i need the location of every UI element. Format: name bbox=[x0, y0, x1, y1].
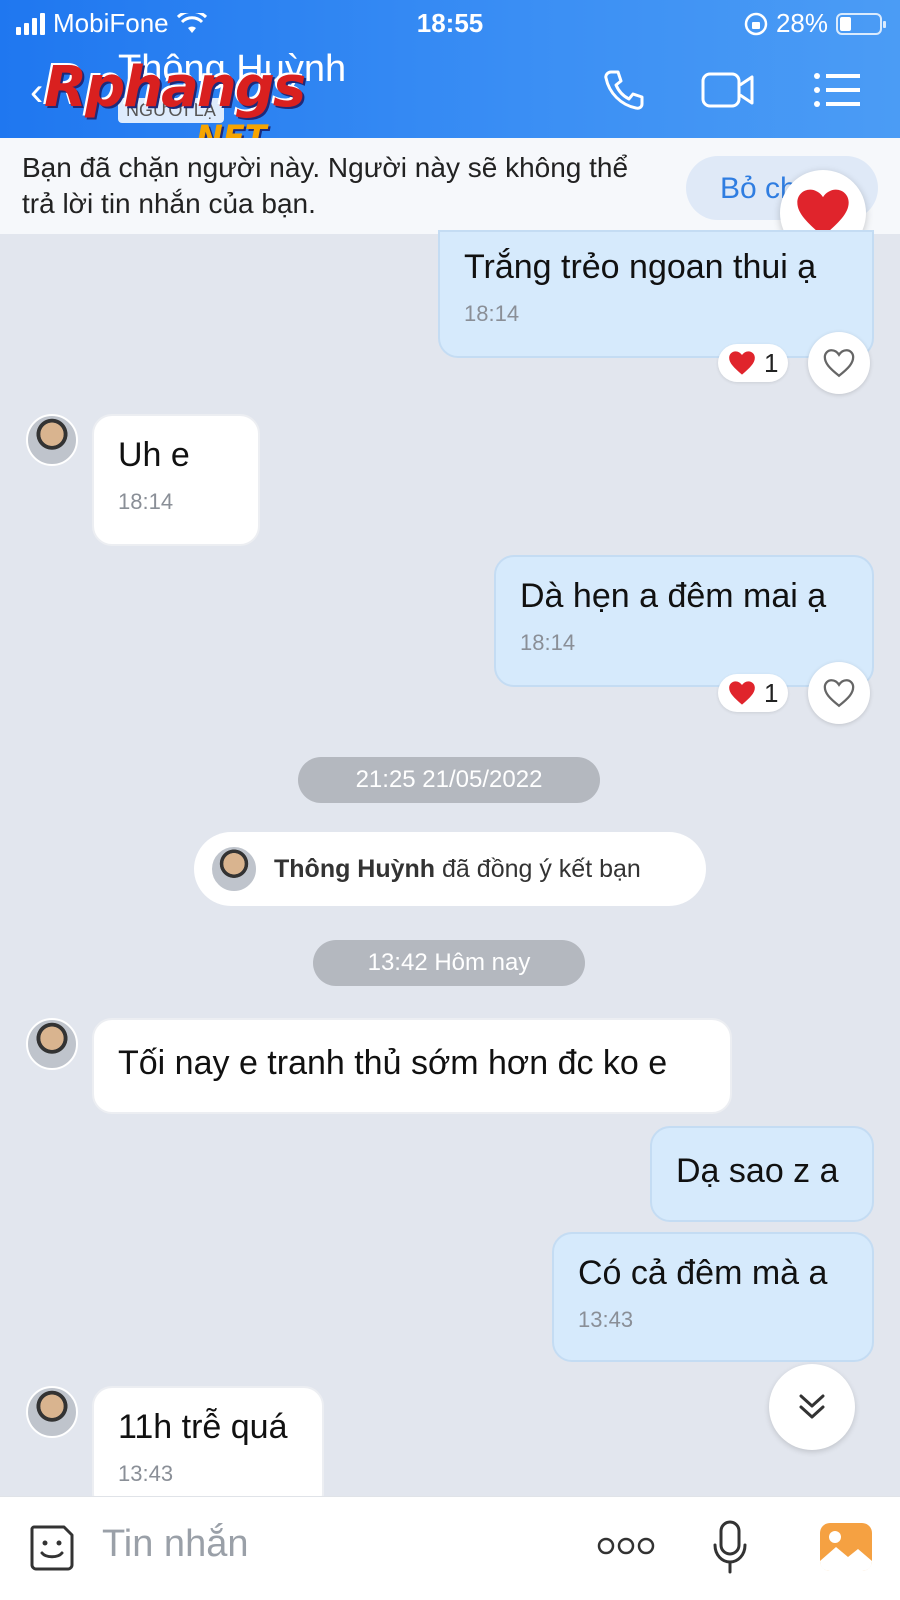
avatar[interactable] bbox=[210, 845, 258, 893]
heart-outline-icon bbox=[823, 349, 855, 378]
friend-accepted-notice: Thông Huỳnh đã đồng ý kết bạn bbox=[194, 832, 706, 906]
message-time: 13:43 bbox=[118, 1461, 174, 1486]
reaction-badge[interactable]: 1 bbox=[718, 344, 789, 382]
message-text: Trắng trẻo ngoan thui ạ bbox=[464, 248, 817, 286]
message-bubble-received[interactable]: Uh e 18:14 bbox=[92, 414, 260, 546]
message-input[interactable]: Tin nhắn bbox=[102, 1523, 248, 1566]
message-text: Có cả đêm mà a bbox=[578, 1254, 828, 1292]
system-contact-name: Thông Huỳnh bbox=[274, 854, 436, 883]
more-icon[interactable] bbox=[596, 1535, 656, 1557]
heart-icon bbox=[729, 351, 755, 375]
message-time: 18:14 bbox=[464, 301, 520, 326]
scroll-to-bottom-button[interactable] bbox=[769, 1364, 855, 1450]
block-notice: Bạn đã chặn người này. Người này sẽ khôn… bbox=[22, 152, 629, 219]
message-text: Uh e bbox=[118, 436, 190, 474]
reaction-count: 1 bbox=[764, 347, 779, 378]
message-bubble-sent[interactable]: Có cả đêm mà a 13:43 bbox=[552, 1232, 874, 1362]
message-text: Dạ sao z a bbox=[676, 1152, 839, 1190]
battery-percent: 28% bbox=[775, 8, 828, 38]
menu-icon[interactable] bbox=[812, 68, 862, 112]
back-icon[interactable]: ‹ bbox=[30, 70, 43, 115]
video-call-icon[interactable] bbox=[700, 68, 756, 112]
message-text: Tối nay e tranh thủ sớm hơn đc ko e bbox=[118, 1044, 668, 1082]
chat-header: MobiFone 18:55 28% ‹ Thông Huỳnh NGƯỜI L… bbox=[0, 0, 900, 156]
gallery-icon[interactable] bbox=[818, 1521, 874, 1573]
avatar[interactable] bbox=[26, 1018, 78, 1070]
message-composer: Tin nhắn bbox=[0, 1496, 900, 1600]
message-text: 11h trễ quá bbox=[118, 1408, 288, 1446]
battery-icon bbox=[836, 12, 886, 35]
message-time: 13:43 bbox=[578, 1307, 634, 1332]
message-bubble-sent[interactable]: Trắng trẻo ngoan thui ạ 18:14 bbox=[438, 230, 874, 358]
message-bubble-sent[interactable]: Dà hẹn a đêm mai ạ 18:14 bbox=[494, 555, 874, 687]
double-chevron-down-icon bbox=[799, 1394, 825, 1419]
date-separator: 21:25 21/05/2022 bbox=[298, 757, 600, 803]
message-text: Dà hẹn a đêm mai ạ bbox=[520, 577, 827, 615]
heart-icon bbox=[729, 681, 755, 705]
rotation-lock-icon bbox=[744, 12, 768, 35]
message-bubble-received[interactable]: Tối nay e tranh thủ sớm hơn đc ko e bbox=[92, 1018, 732, 1114]
message-time: 18:14 bbox=[118, 489, 174, 514]
system-text: đã đồng ý kết bạn bbox=[442, 854, 641, 883]
message-bubble-received[interactable]: 11h trễ quá 13:43 bbox=[92, 1386, 324, 1514]
sticker-icon[interactable] bbox=[26, 1521, 78, 1573]
avatar[interactable] bbox=[26, 1386, 78, 1438]
message-time: 18:14 bbox=[520, 630, 576, 655]
message-bubble-sent[interactable]: Dạ sao z a bbox=[650, 1126, 874, 1222]
status-bar: MobiFone 18:55 28% bbox=[0, 8, 900, 42]
reaction-badge[interactable]: 1 bbox=[718, 674, 789, 712]
block-banner: Bạn đã chặn người này. Người này sẽ khôn… bbox=[0, 138, 900, 234]
phone-icon[interactable] bbox=[602, 68, 646, 112]
microphone-icon[interactable] bbox=[712, 1519, 748, 1575]
heart-outline-icon bbox=[823, 679, 855, 708]
reaction-count: 1 bbox=[764, 677, 779, 708]
like-button[interactable] bbox=[808, 332, 870, 394]
watermark-logo: Rphangs bbox=[44, 55, 306, 120]
date-separator: 13:42 Hôm nay bbox=[313, 940, 585, 986]
avatar[interactable] bbox=[26, 414, 78, 466]
like-button[interactable] bbox=[808, 662, 870, 724]
